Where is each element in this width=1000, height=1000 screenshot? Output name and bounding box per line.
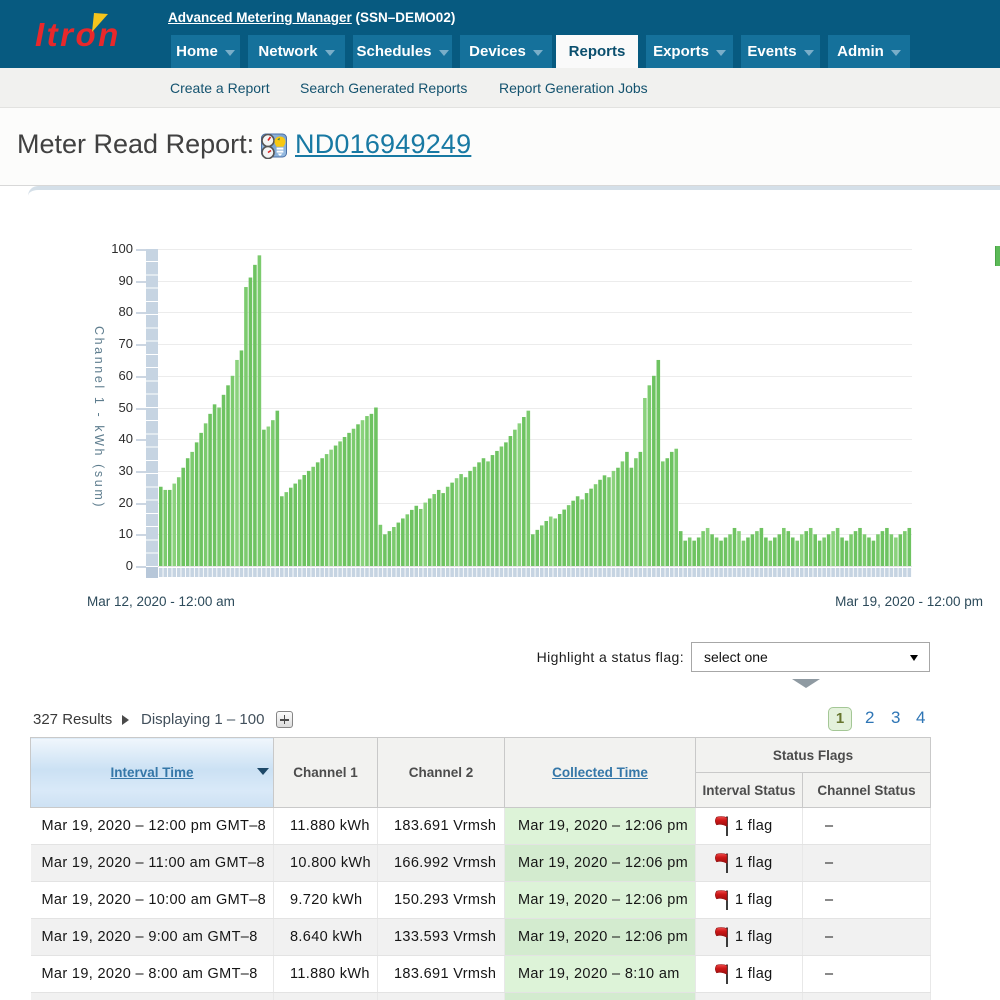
svg-text:Itron: Itron (35, 16, 121, 53)
